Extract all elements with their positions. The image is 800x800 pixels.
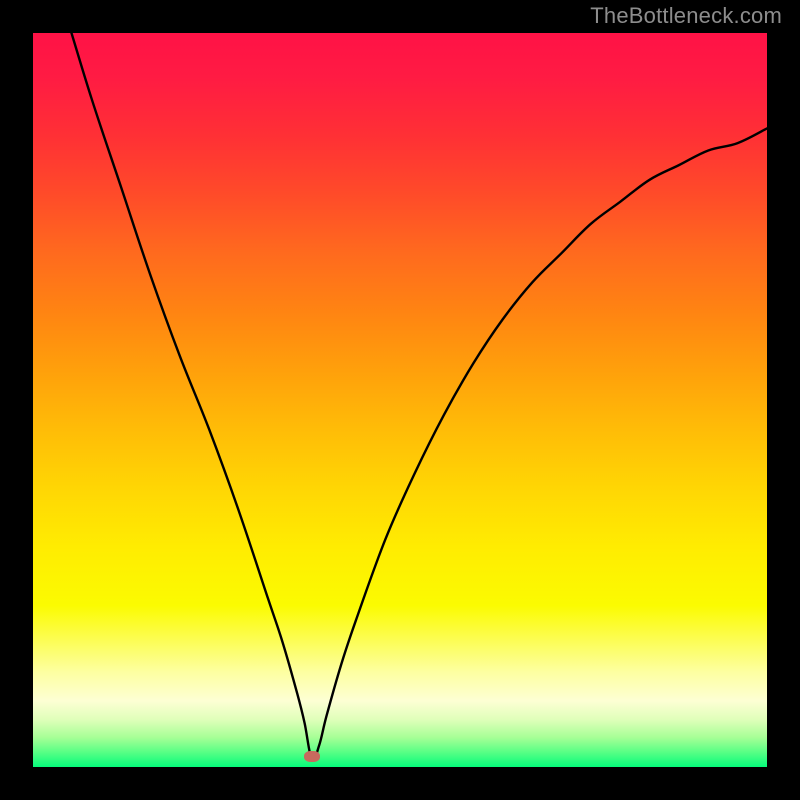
bottleneck-curve: [33, 33, 767, 767]
optimal-marker: [304, 751, 320, 762]
watermark-text: TheBottleneck.com: [590, 3, 782, 29]
chart-frame: TheBottleneck.com: [0, 0, 800, 800]
plot-area: [33, 33, 767, 767]
